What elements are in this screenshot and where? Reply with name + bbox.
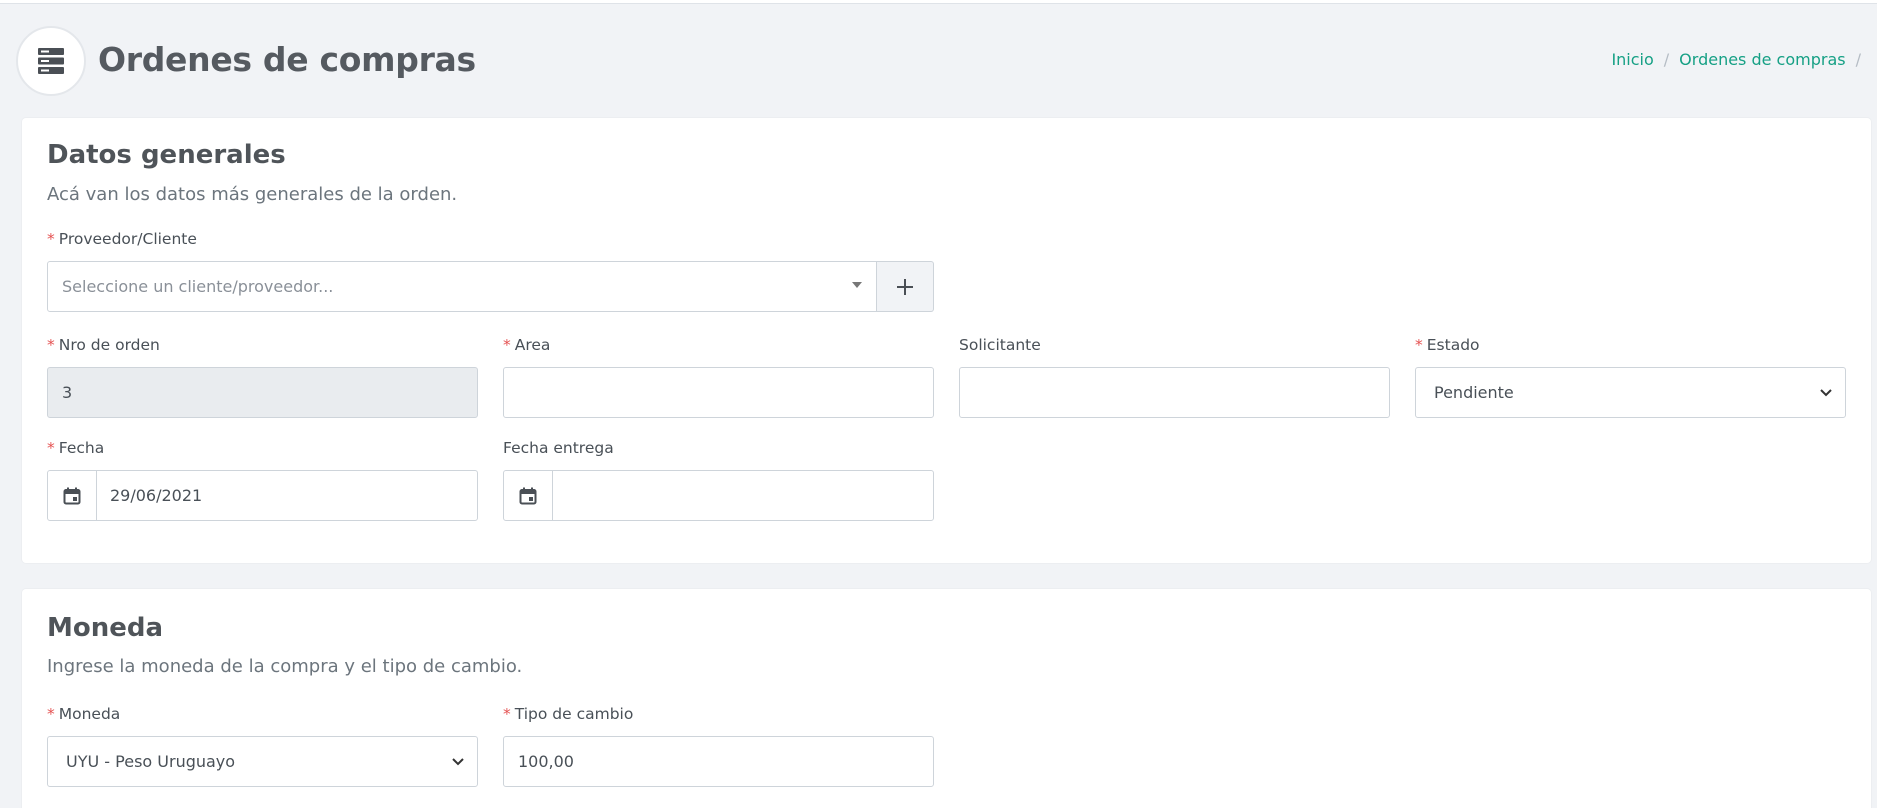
- fecha-input[interactable]: 29/06/2021: [47, 470, 478, 521]
- tipo-cambio-label: * Tipo de cambio: [503, 705, 634, 723]
- chevron-down-icon: [452, 757, 464, 765]
- estado-select[interactable]: Pendiente: [1415, 367, 1846, 418]
- required-marker: *: [1415, 336, 1423, 354]
- solicitante-input[interactable]: [959, 367, 1390, 418]
- currency-card: Moneda Ingrese la moneda de la compra y …: [22, 589, 1871, 808]
- fecha-entrega-input[interactable]: [503, 470, 934, 521]
- fecha-label: * Fecha: [47, 439, 105, 457]
- nro-orden-label: * Nro de orden: [47, 336, 160, 354]
- required-marker: *: [47, 705, 55, 723]
- server-icon: [16, 26, 86, 96]
- chevron-down-icon: [1820, 388, 1832, 396]
- section-description: Ingrese la moneda de la compra y el tipo…: [47, 656, 523, 677]
- top-bar: [0, 0, 1877, 4]
- moneda-value: UYU - Peso Uruguayo: [66, 752, 236, 771]
- proveedor-select[interactable]: Seleccione un cliente/proveedor...: [47, 261, 877, 312]
- required-marker: *: [503, 705, 511, 723]
- caret-down-icon: [852, 282, 862, 288]
- add-proveedor-button[interactable]: [877, 261, 934, 312]
- breadcrumb-separator: /: [1663, 50, 1670, 69]
- page-header: Ordenes de compras Inicio / Ordenes de c…: [16, 26, 1861, 96]
- fecha-entrega-label: Fecha entrega: [503, 439, 614, 457]
- required-marker: *: [47, 336, 55, 354]
- required-marker: *: [503, 336, 511, 354]
- area-label: * Area: [503, 336, 551, 354]
- estado-value: Pendiente: [1434, 383, 1514, 402]
- breadcrumb-separator: /: [1855, 50, 1861, 69]
- general-data-card: Datos generales Acá van los datos más ge…: [22, 118, 1871, 563]
- section-description: Acá van los datos más generales de la or…: [47, 184, 458, 205]
- required-marker: *: [47, 439, 55, 457]
- solicitante-label: Solicitante: [959, 336, 1041, 354]
- moneda-select[interactable]: UYU - Peso Uruguayo: [47, 736, 478, 787]
- breadcrumb: Inicio / Ordenes de compras /: [1611, 50, 1861, 69]
- area-input[interactable]: [503, 367, 934, 418]
- required-marker: *: [47, 230, 55, 248]
- proveedor-placeholder: Seleccione un cliente/proveedor...: [62, 277, 334, 296]
- section-title: Datos generales: [47, 140, 286, 170]
- estado-label: * Estado: [1415, 336, 1480, 354]
- tipo-cambio-value: 100,00: [518, 752, 574, 771]
- moneda-label: * Moneda: [47, 705, 121, 723]
- calendar-icon[interactable]: [504, 471, 553, 520]
- nro-orden-value: 3: [62, 383, 73, 402]
- plus-icon: [897, 278, 913, 295]
- breadcrumb-inicio[interactable]: Inicio: [1611, 50, 1653, 69]
- breadcrumb-ordenes[interactable]: Ordenes de compras: [1679, 50, 1845, 69]
- fecha-value: 29/06/2021: [110, 486, 203, 505]
- proveedor-label: * Proveedor/Cliente: [47, 230, 197, 248]
- calendar-icon[interactable]: [48, 471, 97, 520]
- tipo-cambio-input[interactable]: 100,00: [503, 736, 934, 787]
- section-title: Moneda: [47, 613, 164, 643]
- page-title: Ordenes de compras: [98, 40, 476, 79]
- nro-orden-input[interactable]: 3: [47, 367, 478, 418]
